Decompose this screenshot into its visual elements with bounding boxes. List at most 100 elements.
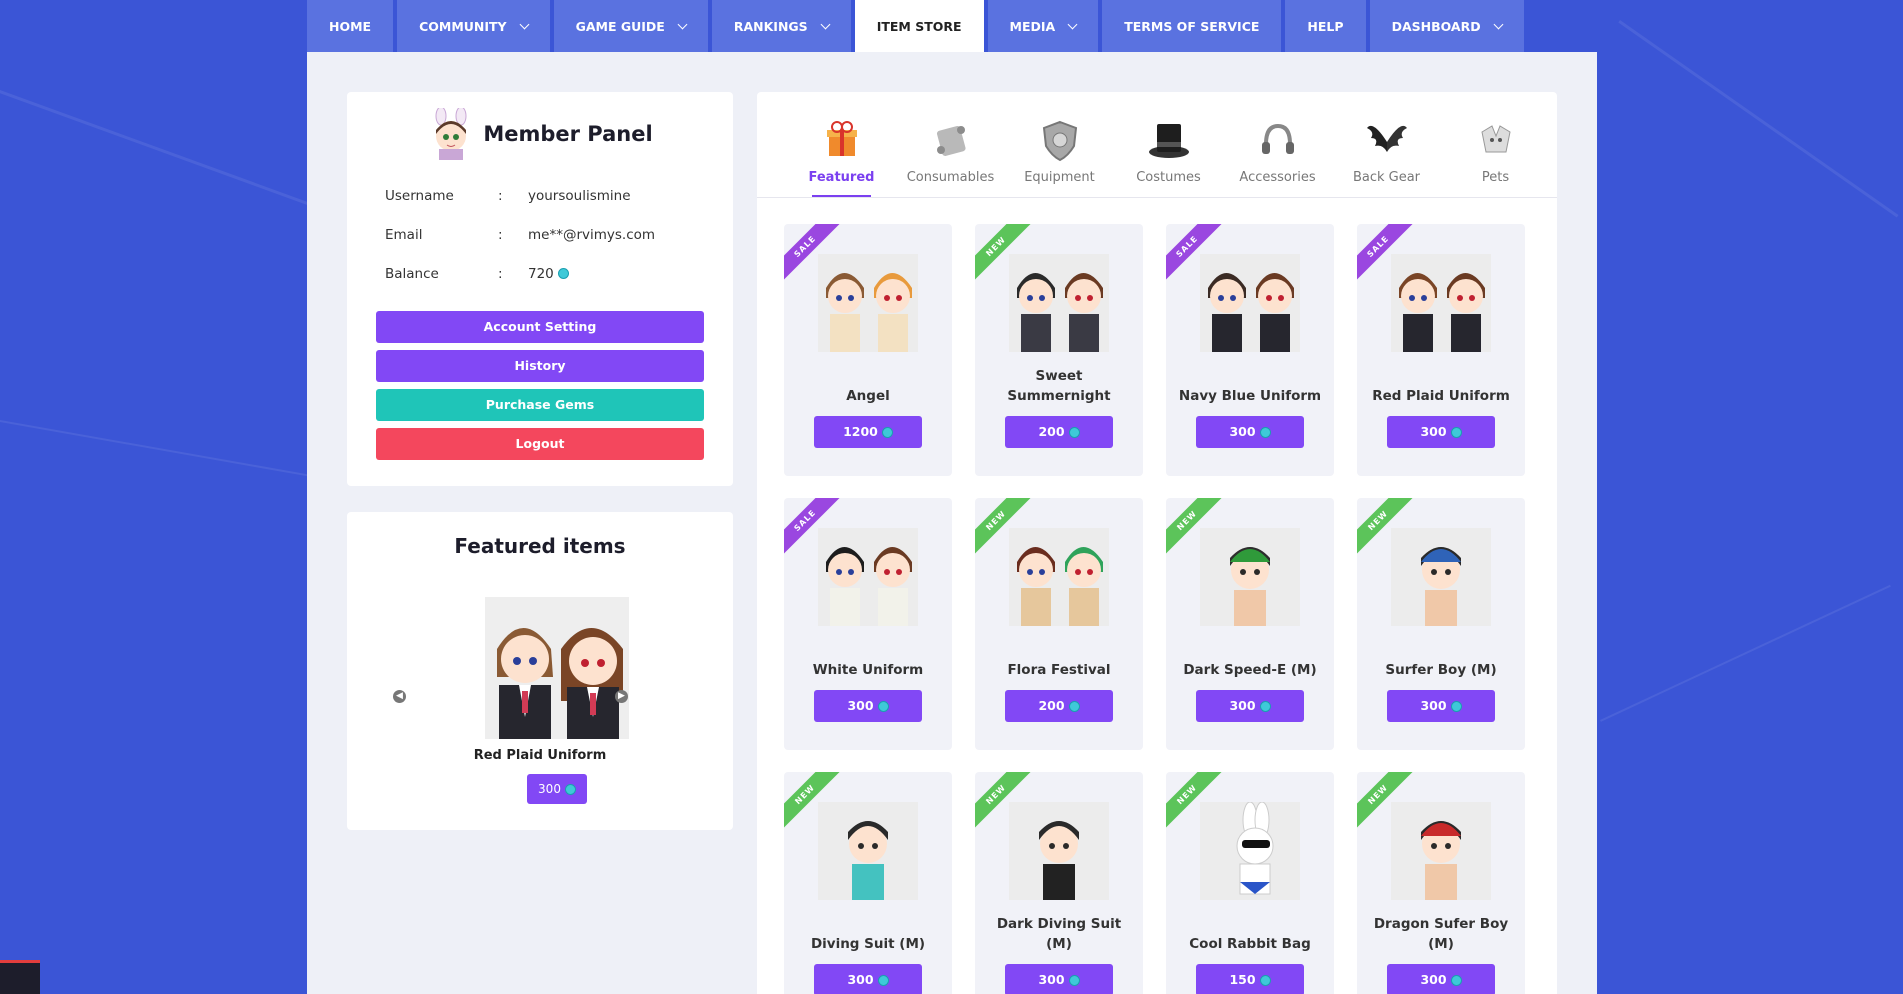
buy-button[interactable]: 300: [1387, 690, 1495, 722]
gem-icon: [1450, 427, 1462, 438]
nav-item-community[interactable]: COMMUNITY: [397, 0, 550, 52]
member-panel: Member Panel Username : yoursoulismine E…: [347, 92, 733, 486]
store-item-card[interactable]: NEW Flora Festival 200: [975, 498, 1143, 750]
nav-item-label: TERMS OF SERVICE: [1124, 18, 1260, 34]
buy-button[interactable]: 300: [1196, 690, 1304, 722]
chevron-down-icon: [519, 19, 530, 29]
nav-item-item-store[interactable]: ITEM STORE: [854, 0, 984, 52]
buy-button[interactable]: 300: [1387, 964, 1495, 994]
buy-button[interactable]: 200: [1005, 690, 1113, 722]
item-image: [1009, 802, 1109, 900]
item-name-text: Navy Blue Uniform: [1178, 388, 1322, 404]
nav-item-rankings[interactable]: RANKINGS: [711, 0, 851, 52]
nav-item-home[interactable]: HOME: [307, 0, 394, 52]
price-value: 200: [1038, 698, 1065, 713]
gem-icon: [881, 427, 893, 438]
item-name-text: Dark Diving Suit (M): [996, 916, 1122, 952]
buy-button[interactable]: 200: [1005, 416, 1113, 448]
store-item-card[interactable]: SALE Angel 1200: [784, 224, 952, 476]
tab-accessories[interactable]: Accessories: [1223, 92, 1332, 197]
nav-item-label: ITEM STORE: [876, 18, 962, 34]
chevron-down-icon: [1493, 19, 1504, 29]
history-button[interactable]: History: [376, 350, 704, 382]
item-image: [1391, 802, 1491, 900]
price-value: 300: [1229, 698, 1256, 713]
gem-icon: [877, 975, 889, 986]
carousel-prev-icon[interactable]: ◀: [393, 690, 406, 703]
account-setting-button[interactable]: Account Setting: [376, 311, 704, 343]
buy-button[interactable]: 150: [1196, 964, 1304, 994]
store-item-card[interactable]: NEW Diving Suit (M) 300: [784, 772, 952, 994]
store-item-card[interactable]: NEW Dark Diving Suit (M) 300: [975, 772, 1143, 994]
tab-consumables[interactable]: Consumables: [896, 92, 1005, 197]
shield-icon: [1038, 118, 1082, 162]
featured-item-price-button[interactable]: 300: [527, 774, 587, 804]
background-streak: [0, 420, 316, 478]
wings-icon: [1365, 118, 1409, 162]
tab-equipment[interactable]: Equipment: [1005, 92, 1114, 197]
member-panel-title: Member Panel: [483, 122, 653, 146]
email-value: me**@rvimys.com: [528, 226, 656, 243]
gem-icon: [1068, 975, 1080, 986]
store-item-card[interactable]: NEW Dark Speed-E (M) 300: [1166, 498, 1334, 750]
avatar: [427, 106, 475, 160]
item-name-text: Dragon Sufer Boy (M): [1373, 916, 1509, 952]
store-item-card[interactable]: NEW Dragon Sufer Boy (M) 300: [1357, 772, 1525, 994]
item-name-text: Sweet Summernight: [1007, 368, 1111, 404]
tab-label: Featured: [808, 170, 875, 185]
separator: :: [498, 187, 503, 204]
gem-icon: [877, 701, 889, 712]
balance-value: 720: [528, 265, 554, 282]
tab-pets[interactable]: Pets: [1441, 92, 1550, 197]
gem-icon: [1068, 427, 1080, 438]
item-image: [818, 802, 918, 900]
logout-button[interactable]: Logout: [376, 428, 704, 460]
tab-featured[interactable]: Featured: [787, 92, 896, 197]
gift-icon: [820, 118, 864, 162]
buy-button[interactable]: 1200: [814, 416, 922, 448]
carousel-next-icon[interactable]: ▶: [615, 690, 628, 703]
store-item-card[interactable]: SALE Navy Blue Uniform 300: [1166, 224, 1334, 476]
item-name-text: Flora Festival: [1007, 662, 1111, 678]
gem-icon: [1259, 427, 1271, 438]
chevron-down-icon: [677, 19, 688, 29]
tab-label: Back Gear: [1352, 170, 1421, 185]
item-image: [1391, 254, 1491, 352]
gem-icon: [1068, 701, 1080, 712]
item-store-panel: Featured Consumables Equipment Costumes Acce…: [757, 92, 1557, 994]
nav-item-label: COMMUNITY: [419, 18, 507, 34]
gem-icon: [1450, 701, 1462, 712]
balance-row: Balance : 720: [385, 254, 733, 293]
nav-item-terms-of-service[interactable]: TERMS OF SERVICE: [1102, 0, 1282, 52]
tab-costumes[interactable]: Costumes: [1114, 92, 1223, 197]
buy-button[interactable]: 300: [1196, 416, 1304, 448]
chevron-down-icon: [1067, 19, 1078, 29]
buy-button[interactable]: 300: [1387, 416, 1495, 448]
scroll-icon: [929, 118, 973, 162]
price-value: 150: [1229, 972, 1256, 987]
buy-button[interactable]: 300: [814, 964, 922, 994]
nav-item-game-guide[interactable]: GAME GUIDE: [553, 0, 708, 52]
tab-back-gear[interactable]: Back Gear: [1332, 92, 1441, 197]
price-value: 300: [1229, 424, 1256, 439]
store-item-card[interactable]: NEW Cool Rabbit Bag 150: [1166, 772, 1334, 994]
nav-item-help[interactable]: HELP: [1285, 0, 1366, 52]
item-name: Dragon Sufer Boy (M): [1367, 912, 1515, 954]
nav-item-dashboard[interactable]: DASHBOARD: [1369, 0, 1524, 52]
purchase-gems-button[interactable]: Purchase Gems: [376, 389, 704, 421]
store-item-card[interactable]: NEW Surfer Boy (M) 300: [1357, 498, 1525, 750]
store-item-card[interactable]: NEW Sweet Summernight 200: [975, 224, 1143, 476]
username-value: yoursoulismine: [528, 187, 631, 204]
background-streak: [1600, 584, 1891, 722]
tab-label: Equipment: [1024, 170, 1095, 185]
email-row: Email : me**@rvimys.com: [385, 215, 733, 254]
username-row: Username : yoursoulismine: [385, 176, 733, 215]
separator: :: [498, 226, 503, 243]
item-image: [1200, 528, 1300, 626]
store-item-card[interactable]: SALE White Uniform 300: [784, 498, 952, 750]
buy-button[interactable]: 300: [1005, 964, 1113, 994]
store-item-card[interactable]: SALE Red Plaid Uniform 300: [1357, 224, 1525, 476]
nav-item-media[interactable]: MEDIA: [987, 0, 1099, 52]
item-name-text: Red Plaid Uniform: [1372, 388, 1510, 404]
buy-button[interactable]: 300: [814, 690, 922, 722]
